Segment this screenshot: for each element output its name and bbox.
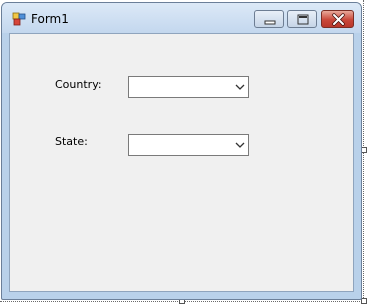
chevron-down-icon bbox=[235, 142, 245, 148]
close-icon bbox=[332, 13, 345, 26]
chevron-down-icon bbox=[235, 84, 245, 90]
form-app-icon bbox=[12, 12, 26, 26]
minimize-icon bbox=[264, 20, 276, 25]
state-label: State: bbox=[55, 135, 88, 148]
country-combobox[interactable] bbox=[128, 76, 249, 98]
form-client-area: Country: State: bbox=[9, 33, 354, 292]
title-bar[interactable]: Form1 bbox=[2, 3, 361, 33]
maximize-button[interactable] bbox=[287, 10, 317, 28]
state-combobox[interactable] bbox=[128, 134, 249, 156]
minimize-button[interactable] bbox=[254, 10, 284, 28]
window-title: Form1 bbox=[31, 12, 69, 26]
maximize-icon bbox=[297, 14, 309, 25]
form-window: Form1 Country: State: bbox=[1, 2, 362, 300]
resize-handle-corner[interactable] bbox=[361, 298, 367, 304]
close-button[interactable] bbox=[321, 10, 354, 28]
country-label: Country: bbox=[55, 78, 102, 91]
